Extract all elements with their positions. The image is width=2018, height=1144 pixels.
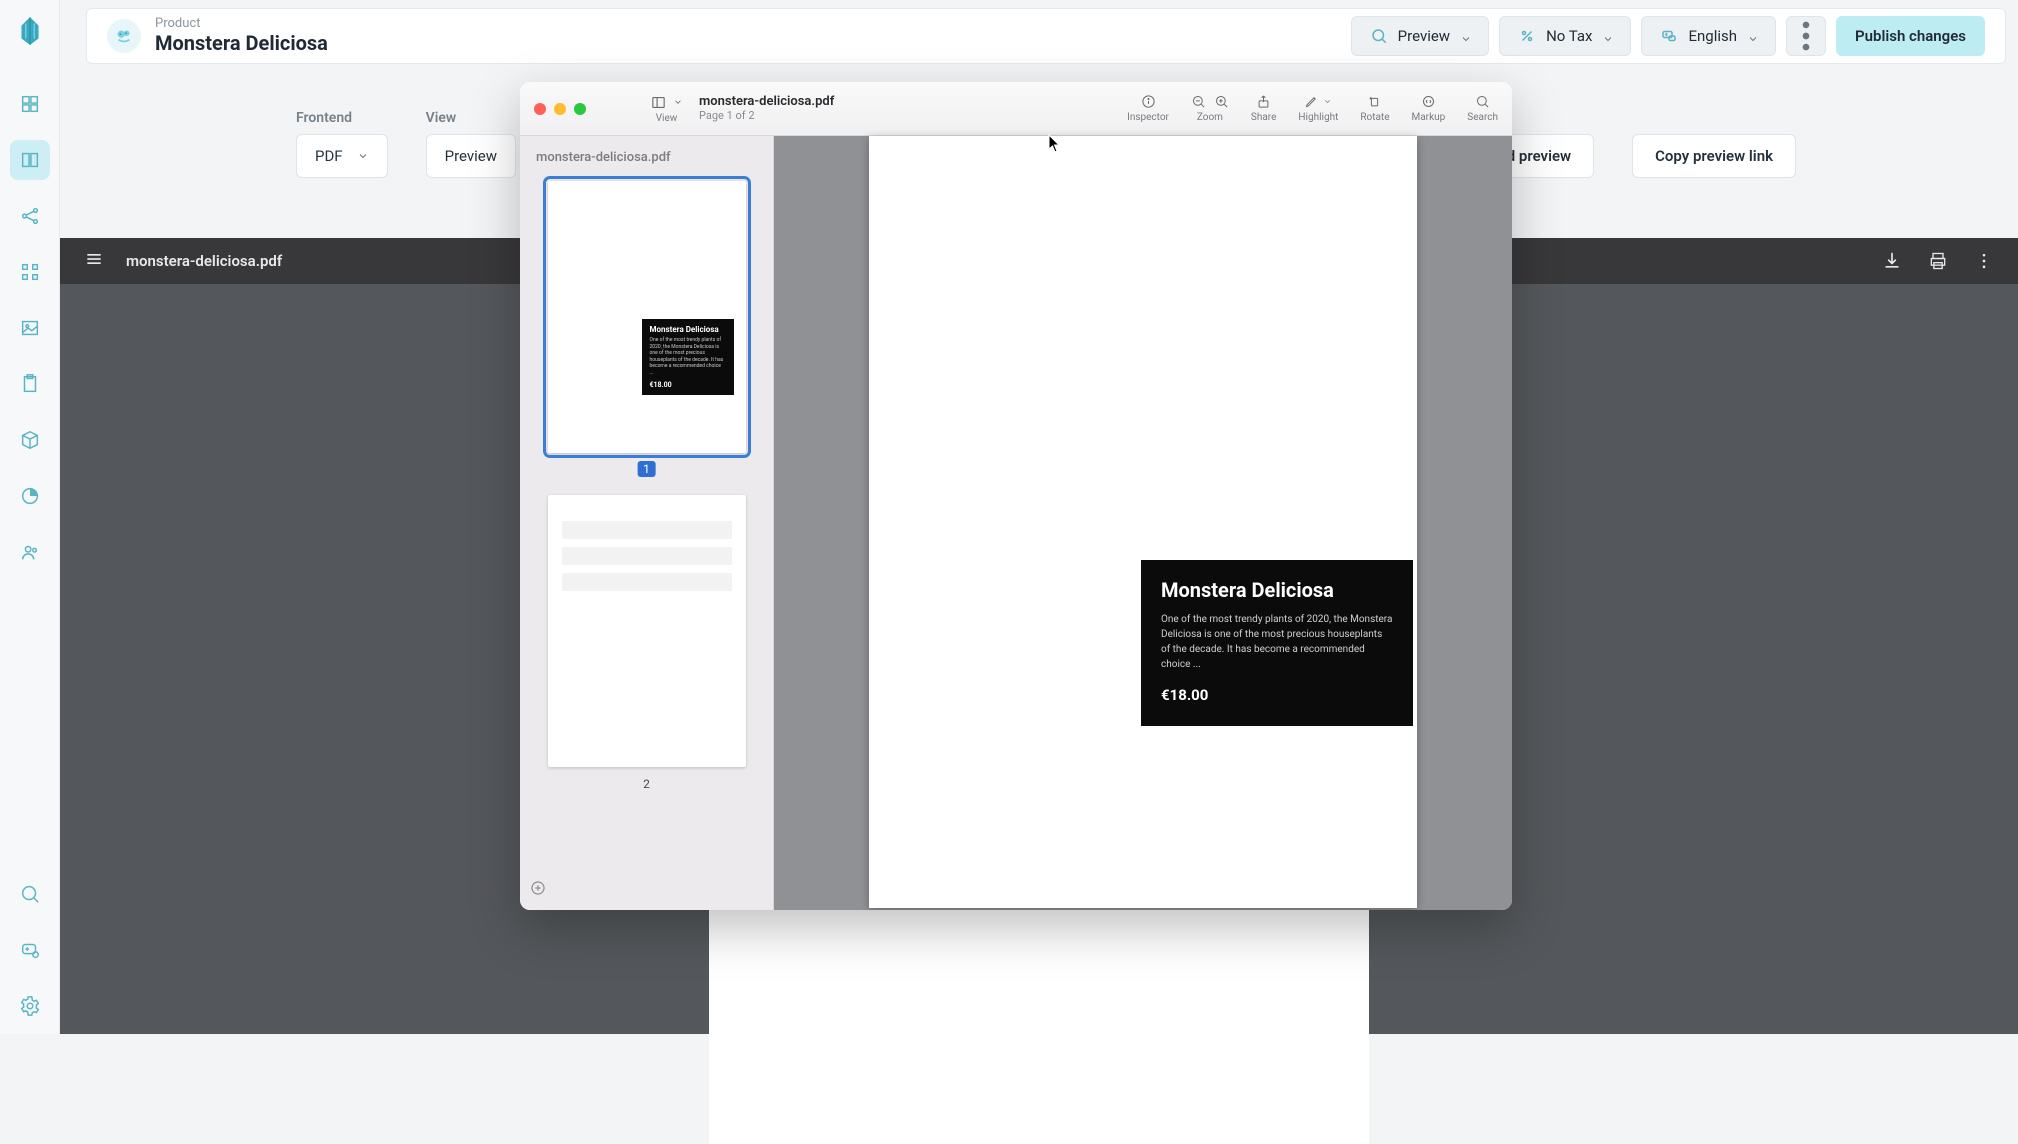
thumb-image <box>548 181 746 453</box>
mac-sidebar-filename: monstera-deliciosa.pdf <box>532 148 761 167</box>
chevron-down-icon <box>1747 31 1757 41</box>
language-dropdown[interactable]: English <box>1641 16 1776 56</box>
breadcrumb: Product Monstera Deliciosa <box>155 17 328 55</box>
chevron-down-icon <box>673 97 683 107</box>
mac-thumb-1[interactable]: Monstera Deliciosa One of the most trend… <box>548 181 746 453</box>
tax-label: No Tax <box>1546 27 1592 45</box>
product-title: Monstera Deliciosa <box>1161 578 1393 602</box>
mac-thumbnail-sidebar: monstera-deliciosa.pdf Monstera Delicios… <box>520 136 774 910</box>
rail-users-icon[interactable] <box>10 532 50 572</box>
preview-dropdown[interactable]: Preview <box>1351 16 1489 56</box>
mac-add-page-icon[interactable] <box>530 880 546 900</box>
rail-share-icon[interactable] <box>10 196 50 236</box>
breadcrumb-category: Product <box>155 17 328 31</box>
rail-search-icon[interactable] <box>10 874 50 914</box>
mac-inspector-button[interactable]: Inspector <box>1127 94 1169 123</box>
thumb-page-number: 2 <box>643 777 650 791</box>
rail-locale-icon[interactable] <box>10 930 50 970</box>
mac-main-canvas[interactable]: Monstera Deliciosa One of the most trend… <box>774 136 1512 910</box>
mac-thumb-2[interactable]: 2 <box>548 495 746 767</box>
view-label: View <box>426 110 516 126</box>
publish-label: Publish changes <box>1855 27 1966 45</box>
traffic-lights <box>534 103 586 115</box>
macos-preview-window: View monstera-deliciosa.pdf Page 1 of 2 … <box>520 82 1512 910</box>
tax-dropdown[interactable]: No Tax <box>1499 16 1631 56</box>
mac-rotate-button[interactable]: Rotate <box>1360 94 1389 123</box>
chevron-down-icon <box>1460 31 1470 41</box>
pdf-filename: monstera-deliciosa.pdf <box>126 252 282 270</box>
product-image <box>869 136 1417 908</box>
left-rail <box>0 0 60 1034</box>
chevron-down-icon <box>1602 31 1612 41</box>
mac-pdf-page: Monstera Deliciosa One of the most trend… <box>869 136 1417 908</box>
product-desc: One of the most trendy plants of 2020, t… <box>1161 612 1393 672</box>
mac-share-button[interactable]: Share <box>1251 94 1276 123</box>
page-title: Monstera Deliciosa <box>155 31 328 55</box>
mac-file-title: monstera-deliciosa.pdf Page 1 of 2 <box>699 95 834 123</box>
rail-image-icon[interactable] <box>10 308 50 348</box>
mac-view-mode[interactable]: View <box>650 94 683 124</box>
page-header: Product Monstera Deliciosa Preview No Ta… <box>86 8 2006 64</box>
pdf-download-icon[interactable] <box>1882 251 1902 271</box>
rail-dashboard-icon[interactable] <box>10 84 50 124</box>
frontend-value: PDF <box>315 147 343 165</box>
publish-button[interactable]: Publish changes <box>1836 16 1985 56</box>
pdf-more-icon[interactable] <box>1974 251 1994 271</box>
product-avatar-icon <box>107 19 141 53</box>
product-price: €18.00 <box>1161 686 1393 704</box>
pdf-menu-icon[interactable] <box>84 249 104 273</box>
pdf-print-icon[interactable] <box>1928 251 1948 271</box>
preview-label: Preview <box>1398 27 1450 45</box>
minimize-window-icon[interactable] <box>554 103 566 115</box>
mac-markup-button[interactable]: Markup <box>1412 94 1446 123</box>
maximize-window-icon[interactable] <box>574 103 586 115</box>
mac-search-button[interactable]: Search <box>1467 94 1498 123</box>
frontend-label: Frontend <box>296 110 388 126</box>
mac-highlight-button[interactable]: Highlight <box>1298 94 1338 123</box>
rail-apps-icon[interactable] <box>10 252 50 292</box>
mac-zoom-buttons[interactable]: Zoom <box>1191 94 1229 123</box>
product-info-box: Monstera Deliciosa One of the most trend… <box>1141 560 1413 726</box>
frontend-select[interactable]: PDF <box>296 134 388 178</box>
view-select[interactable]: Preview <box>426 134 516 178</box>
copy-preview-link-button[interactable]: Copy preview link <box>1632 134 1796 178</box>
close-window-icon[interactable] <box>534 103 546 115</box>
rail-catalog-icon[interactable] <box>10 140 50 180</box>
more-menu-button[interactable] <box>1786 16 1826 56</box>
rail-cube-icon[interactable] <box>10 420 50 460</box>
language-label: English <box>1688 27 1737 45</box>
rail-clipboard-icon[interactable] <box>10 364 50 404</box>
thumb-page-number: 1 <box>637 461 656 477</box>
rail-analytics-icon[interactable] <box>10 476 50 516</box>
rail-settings-icon[interactable] <box>10 986 50 1026</box>
view-value: Preview <box>445 147 497 165</box>
mac-titlebar[interactable]: View monstera-deliciosa.pdf Page 1 of 2 … <box>520 82 1512 136</box>
app-logo[interactable] <box>15 14 45 48</box>
chevron-down-icon <box>357 150 369 162</box>
